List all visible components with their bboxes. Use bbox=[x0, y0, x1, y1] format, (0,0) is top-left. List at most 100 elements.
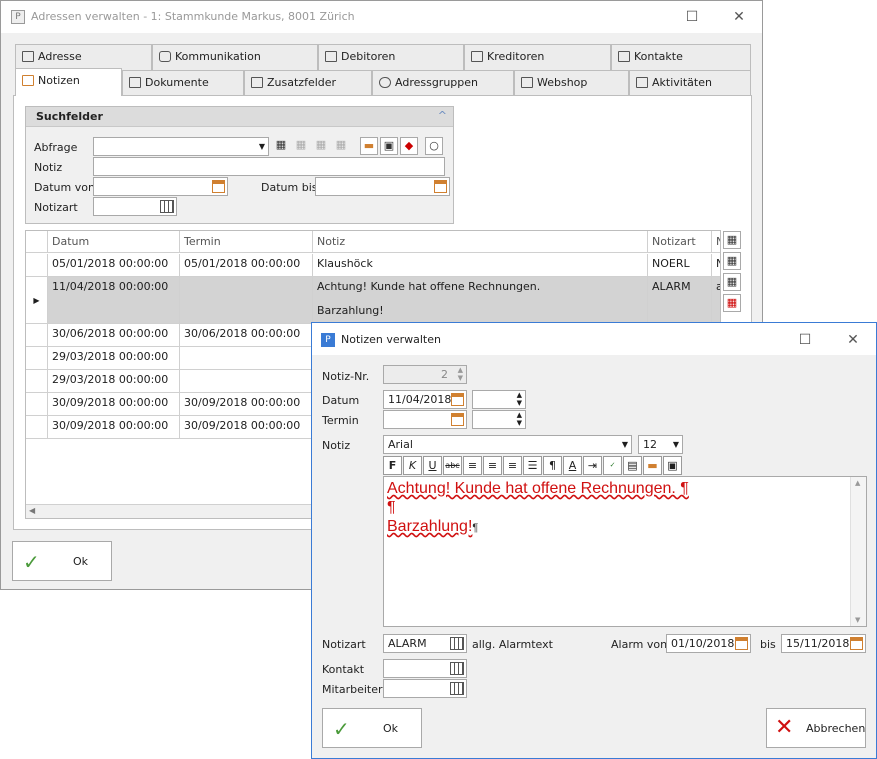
italic-icon[interactable]: K bbox=[403, 456, 422, 475]
row-add-icon[interactable]: ▦ bbox=[723, 231, 741, 249]
scroll-up-icon[interactable]: ▲ bbox=[855, 479, 860, 487]
datum-von-input[interactable] bbox=[93, 177, 228, 196]
dialog-ok-button[interactable]: ✓ Ok bbox=[322, 708, 422, 748]
font-color-icon[interactable]: A bbox=[563, 456, 582, 475]
tab-dokumente[interactable]: Dokumente bbox=[122, 70, 244, 96]
open-folder-icon[interactable]: ▬ bbox=[643, 456, 662, 475]
insert-field-icon[interactable]: ▤ bbox=[623, 456, 642, 475]
col-header-notizart[interactable]: Notizart bbox=[648, 231, 712, 253]
bold-icon[interactable]: F bbox=[383, 456, 402, 475]
tab-zusatzfelder[interactable]: Zusatzfelder bbox=[244, 70, 372, 96]
grid-cell[interactable] bbox=[180, 370, 313, 393]
tab-notizen[interactable]: Notizen bbox=[15, 68, 122, 96]
grid-cell[interactable]: 05/01/2018 00:00:00 bbox=[180, 254, 313, 277]
kontakt-input[interactable] bbox=[383, 659, 467, 678]
row-delete-icon[interactable]: ▦ bbox=[723, 294, 741, 312]
tab-webshop[interactable]: Webshop bbox=[514, 70, 629, 96]
lookup-grid-icon[interactable] bbox=[450, 637, 464, 650]
eraser-icon[interactable]: ◆ bbox=[400, 137, 418, 155]
open-folder-icon[interactable]: ▬ bbox=[360, 137, 378, 155]
bullet-list-icon[interactable]: ☰ bbox=[523, 456, 542, 475]
align-center-icon[interactable]: ≡ bbox=[483, 456, 502, 475]
pilcrow-icon[interactable]: ¶ bbox=[543, 456, 562, 475]
notiz-editor[interactable]: Achtung! Kunde hat offene Rechnungen. ¶ … bbox=[383, 476, 867, 627]
grid-cell[interactable]: 29/03/2018 00:00:00 bbox=[48, 370, 180, 393]
lookup-grid-icon[interactable] bbox=[450, 662, 464, 675]
datum-bis-input[interactable] bbox=[315, 177, 450, 196]
tab-adresse[interactable]: Adresse bbox=[15, 44, 152, 70]
save-icon[interactable]: ▣ bbox=[663, 456, 682, 475]
close-icon[interactable]: ✕ bbox=[843, 330, 863, 350]
col-header-notiz[interactable]: Notiz bbox=[313, 231, 648, 253]
collapse-icon[interactable]: ^ bbox=[438, 109, 447, 122]
notizart-search-input[interactable] bbox=[93, 197, 177, 216]
tab-kontakte[interactable]: Kontakte bbox=[611, 44, 751, 70]
grid-cell[interactable]: 05/01/2018 00:00:00 bbox=[48, 254, 180, 277]
tab-debitoren[interactable]: Debitoren bbox=[318, 44, 464, 70]
grid-cell[interactable]: NOERL bbox=[648, 254, 712, 277]
dialog-cancel-button[interactable]: ✕ Abbrechen bbox=[766, 708, 866, 748]
maximize-icon[interactable]: ☐ bbox=[682, 7, 702, 27]
tab-adressgruppen[interactable]: Adressgruppen bbox=[372, 70, 514, 96]
spin-icon[interactable]: ▲ ▼ bbox=[458, 366, 463, 382]
lookup-grid-icon[interactable] bbox=[450, 682, 464, 695]
spellcheck-icon[interactable]: ✓ bbox=[603, 456, 622, 475]
mitarbeiter-input[interactable] bbox=[383, 679, 467, 698]
save-icon[interactable]: ▣ bbox=[380, 137, 398, 155]
grid-cell[interactable]: 30/09/2018 00:00:00 bbox=[48, 416, 180, 439]
calendar-icon[interactable] bbox=[451, 393, 464, 406]
termin-time-input[interactable]: ▲ ▼ bbox=[472, 410, 526, 429]
align-left-icon[interactable]: ≡ bbox=[463, 456, 482, 475]
notiz-search-input[interactable] bbox=[93, 157, 445, 176]
strikethrough-icon[interactable]: abc bbox=[443, 456, 462, 475]
tab-aktivitaeten[interactable]: Aktivitäten bbox=[629, 70, 751, 96]
grid-cell[interactable] bbox=[180, 277, 313, 324]
abfrage-select[interactable]: ▼ bbox=[93, 137, 269, 156]
main-ok-button[interactable]: ✓ Ok bbox=[12, 541, 112, 581]
alarm-von-input[interactable]: 01/10/2018 bbox=[666, 634, 751, 653]
font-name-select[interactable]: Arial ▼ bbox=[383, 435, 632, 454]
grid-cell[interactable]: 29/03/2018 00:00:00 bbox=[48, 347, 180, 370]
query-new-icon[interactable]: ▦ bbox=[272, 137, 290, 155]
bis-input[interactable]: 15/11/2018 bbox=[781, 634, 866, 653]
notiz-nr-input[interactable]: 2 ▲ ▼ bbox=[383, 365, 467, 384]
grid-cell[interactable]: Klaushöck bbox=[313, 254, 648, 277]
notizart-input[interactable]: ALARM bbox=[383, 634, 467, 653]
lookup-grid-icon[interactable] bbox=[160, 200, 174, 213]
col-header-datum[interactable]: Datum bbox=[48, 231, 180, 253]
datum-input[interactable]: 11/04/2018 bbox=[383, 390, 467, 409]
grid-cell[interactable]: 30/09/2018 00:00:00 bbox=[180, 416, 313, 439]
align-right-icon[interactable]: ≡ bbox=[503, 456, 522, 475]
datum-time-input[interactable]: ▲ ▼ bbox=[472, 390, 526, 409]
grid-cell[interactable]: 30/06/2018 00:00:00 bbox=[180, 324, 313, 347]
scroll-left-icon[interactable]: ◀ bbox=[29, 506, 35, 515]
col-header-n[interactable]: N bbox=[712, 231, 720, 253]
font-size-select[interactable]: 12 ▼ bbox=[638, 435, 683, 454]
calendar-icon[interactable] bbox=[850, 637, 863, 650]
maximize-icon[interactable]: ☐ bbox=[795, 330, 815, 350]
tab-kommunikation[interactable]: Kommunikation bbox=[152, 44, 318, 70]
spin-icon[interactable]: ▲ ▼ bbox=[517, 391, 522, 407]
grid-cell[interactable]: Achtung! Kunde hat offene Rechnungen. Ba… bbox=[313, 277, 648, 324]
termin-input[interactable] bbox=[383, 410, 467, 429]
row-edit-icon[interactable]: ▦ bbox=[723, 273, 741, 291]
query-copy-icon[interactable]: ▦ bbox=[292, 137, 310, 155]
scroll-down-icon[interactable]: ▼ bbox=[855, 616, 860, 624]
grid-cell[interactable]: a bbox=[712, 277, 720, 324]
grid-cell[interactable]: 30/09/2018 00:00:00 bbox=[48, 393, 180, 416]
calendar-icon[interactable] bbox=[451, 413, 464, 426]
spin-icon[interactable]: ▲ ▼ bbox=[517, 411, 522, 427]
tab-kreditoren[interactable]: Kreditoren bbox=[464, 44, 611, 70]
row-copy-icon[interactable]: ▦ bbox=[723, 252, 741, 270]
calendar-icon[interactable] bbox=[434, 180, 447, 193]
underline-icon[interactable]: U bbox=[423, 456, 442, 475]
col-header-termin[interactable]: Termin bbox=[180, 231, 313, 253]
calendar-icon[interactable] bbox=[735, 637, 748, 650]
search-icon[interactable]: ○ bbox=[425, 137, 443, 155]
vertical-scrollbar[interactable]: ▲ ▼ bbox=[850, 477, 866, 626]
grid-cell[interactable]: 30/09/2018 00:00:00 bbox=[180, 393, 313, 416]
grid-cell[interactable]: N bbox=[712, 254, 720, 277]
query-delete-icon[interactable]: ▦ bbox=[332, 137, 350, 155]
grid-cell[interactable]: 11/04/2018 00:00:00 bbox=[48, 277, 180, 324]
grid-cell[interactable] bbox=[180, 347, 313, 370]
